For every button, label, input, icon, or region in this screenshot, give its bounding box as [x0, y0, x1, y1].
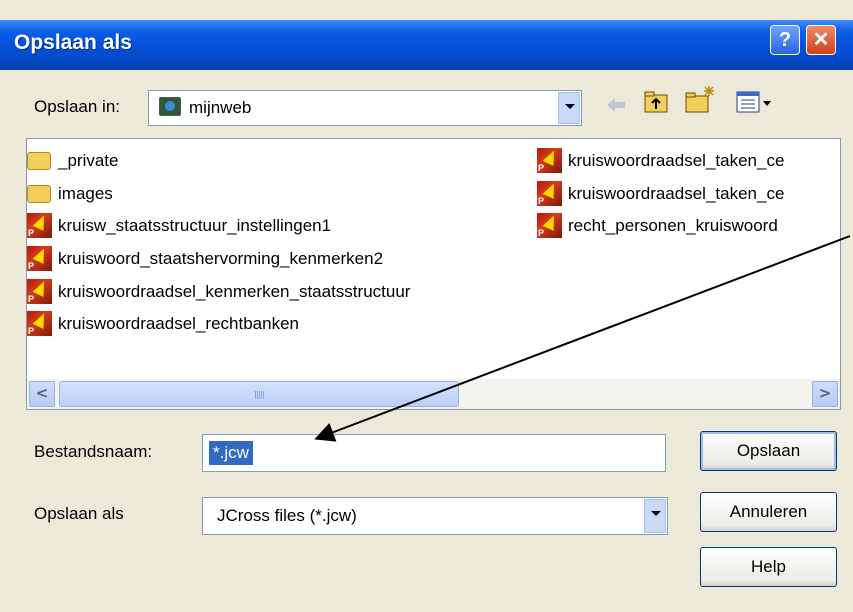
save-as-dialog: Opslaan als ? ✕ Opslaan in: mijnweb _pri… — [0, 0, 853, 612]
annotation-arrow — [314, 235, 851, 442]
